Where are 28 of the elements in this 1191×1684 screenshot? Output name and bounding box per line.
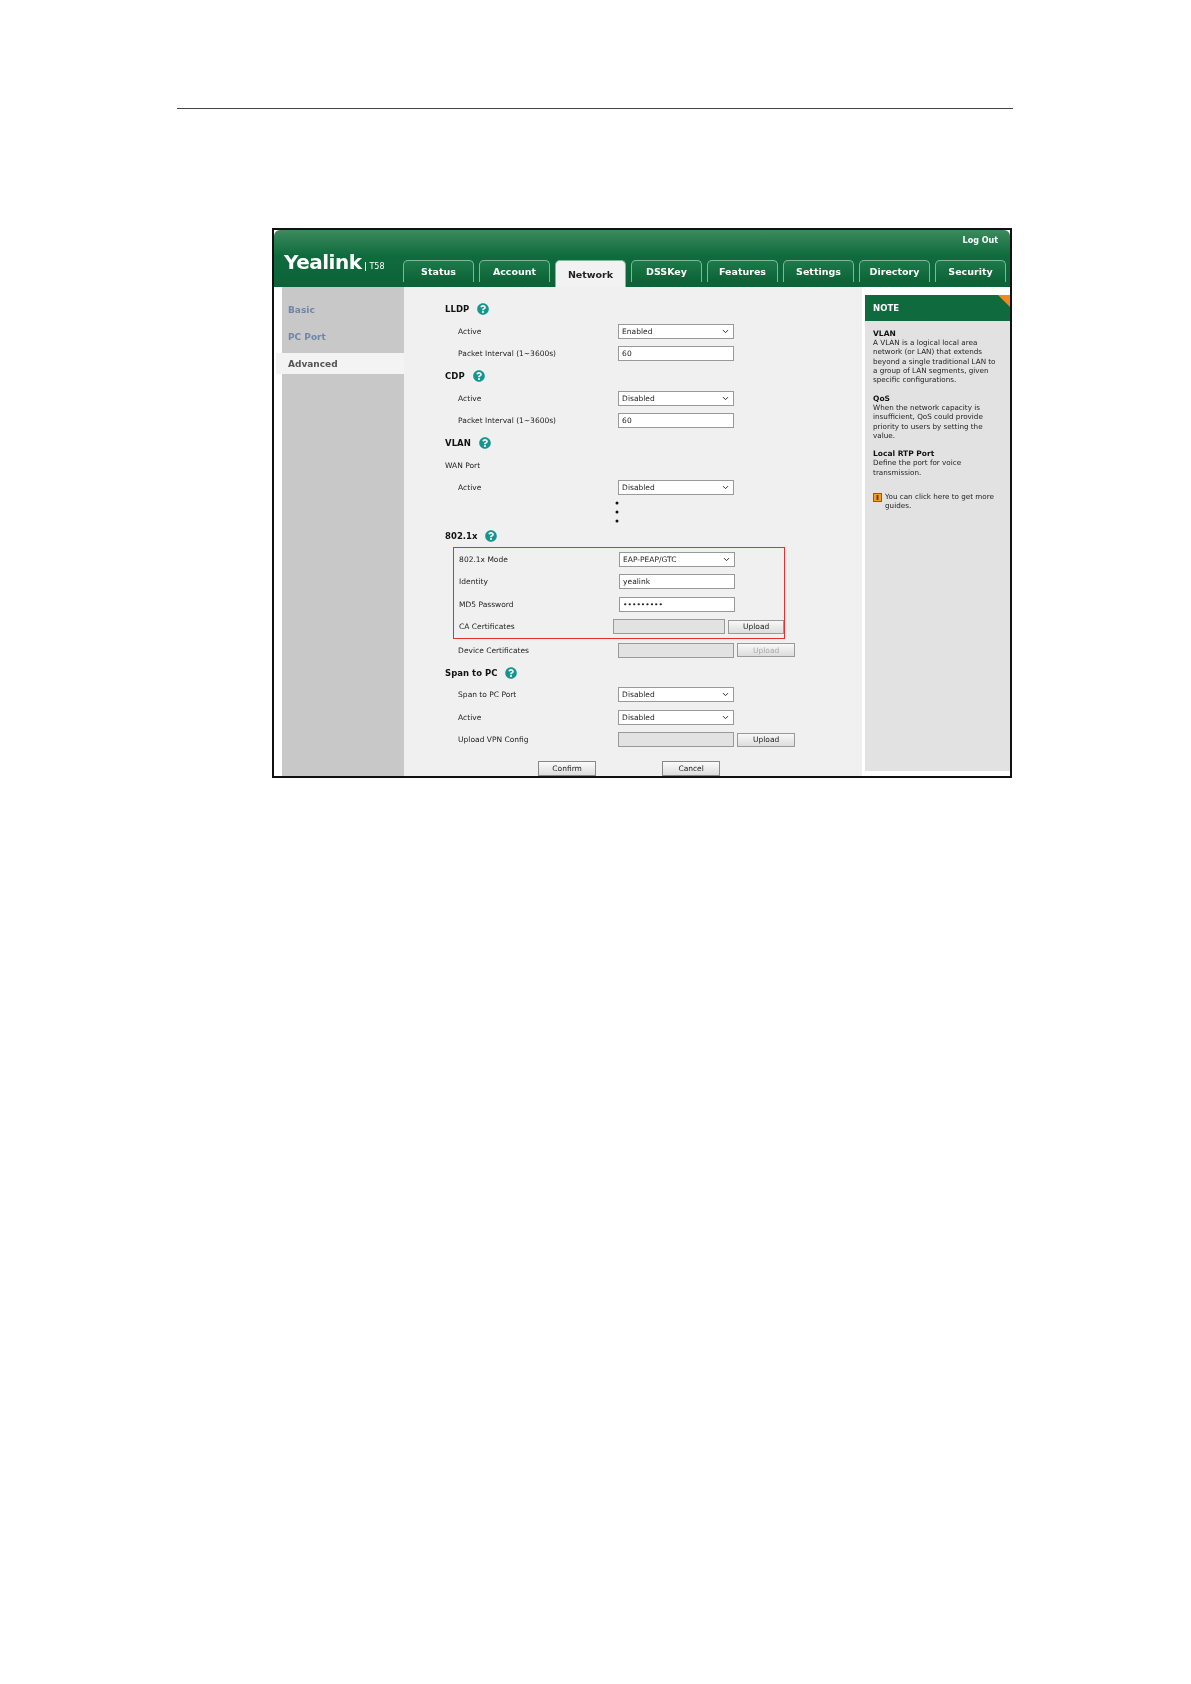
sidebar-item[interactable]: Advanced	[276, 353, 405, 374]
nav-tab[interactable]: Features	[707, 260, 778, 282]
section-title: CDP	[445, 371, 465, 381]
help-icon[interactable]	[505, 666, 518, 679]
file-path-field[interactable]	[613, 619, 726, 635]
nav-tab[interactable]: Directory	[859, 260, 930, 282]
section-title: VLAN	[445, 438, 471, 448]
corner-fold-icon	[998, 295, 1010, 307]
help-icon[interactable]	[478, 437, 491, 449]
nav-tab[interactable]: Network	[555, 260, 626, 287]
nav-tab[interactable]: Status	[403, 260, 474, 282]
nav-tab[interactable]: Settings	[783, 260, 854, 282]
file-path-field[interactable]	[618, 732, 735, 748]
book-icon	[873, 492, 883, 502]
note-header: NOTE	[865, 295, 1010, 321]
logo: Yealink	[284, 250, 362, 274]
section-title: LLDP	[445, 304, 470, 314]
help-icon[interactable]	[485, 530, 498, 542]
nav-tab[interactable]: Security	[935, 260, 1006, 282]
help-icon[interactable]	[472, 370, 485, 382]
vertical-ellipsis-icon	[615, 501, 620, 523]
nav-tab[interactable]: DSSKey	[631, 260, 702, 282]
nav-tab[interactable]: Account	[479, 260, 550, 282]
section-title: 802.1x	[445, 531, 478, 541]
model-label: T58	[365, 262, 385, 271]
logout-link[interactable]: Log Out	[962, 236, 998, 245]
section-title: Span to PC	[445, 667, 498, 678]
help-icon[interactable]	[477, 303, 490, 315]
